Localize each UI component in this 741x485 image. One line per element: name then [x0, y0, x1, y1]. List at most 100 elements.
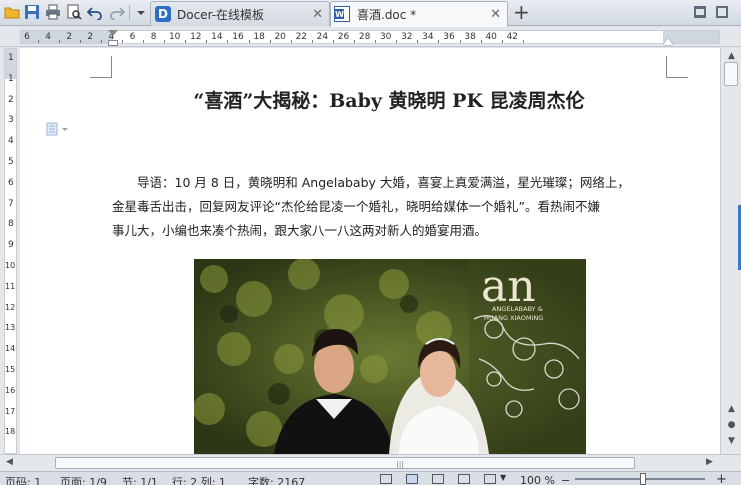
scroll-thumb[interactable]: ||| — [55, 457, 635, 469]
first-line-indent-marker[interactable] — [108, 30, 118, 36]
web-layout-icon[interactable] — [458, 474, 470, 484]
ruler-number: 3 — [8, 115, 14, 126]
ruler-tick — [185, 40, 187, 43]
status-word-count[interactable]: 字数: 2167 — [248, 474, 305, 485]
ruler-tick — [227, 40, 229, 43]
scroll-left-icon[interactable]: ◀ — [6, 457, 13, 467]
reading-layout-icon[interactable] — [380, 474, 392, 484]
ruler-number: 34 — [422, 32, 434, 42]
paragraph-line[interactable]: 导语：10 月 8 日，黄晓明和 Angelababy 大婚，喜宴上真爱满溢，星… — [112, 172, 668, 191]
ruler-tick — [354, 40, 356, 43]
horizontal-scrollbar[interactable]: ◀ ||| ▶ — [0, 454, 741, 471]
tab-label: Docer-在线模板 — [177, 8, 265, 22]
undo-icon[interactable] — [86, 3, 104, 21]
select-browse-object-icon[interactable]: ● — [725, 418, 738, 431]
outline-view-icon[interactable] — [432, 474, 444, 484]
zoom-slider-thumb[interactable] — [640, 473, 646, 485]
ruler-number: 16 — [5, 385, 16, 395]
status-pages[interactable]: 页面: 1/9 — [60, 474, 107, 485]
ruler-number: 12 — [5, 302, 16, 312]
ruler-number: 10 — [168, 32, 181, 42]
full-screen-icon[interactable] — [484, 474, 496, 484]
status-row-col[interactable]: 行: 2 列: 1 — [172, 474, 226, 485]
ruler-number: 14 — [5, 344, 16, 354]
ruler-number: 10 — [5, 261, 16, 270]
status-section[interactable]: 节: 1/1 — [122, 474, 158, 485]
ruler-tick — [332, 40, 334, 43]
ruler-number: 11 — [5, 281, 16, 291]
ruler-tick — [459, 40, 461, 43]
ruler-number: 28 — [358, 32, 371, 42]
scroll-thumb[interactable] — [724, 62, 738, 86]
ruler-number: 20 — [274, 32, 286, 42]
crop-mark — [666, 77, 688, 78]
scroll-right-icon[interactable]: ▶ — [706, 457, 713, 467]
ruler-number: 40 — [485, 32, 497, 42]
save-icon[interactable] — [23, 3, 41, 21]
close-icon[interactable]: ✕ — [312, 7, 323, 22]
close-icon[interactable]: ✕ — [490, 7, 501, 22]
scroll-up-icon[interactable]: ▲ — [725, 49, 738, 62]
ruler-number: 38 — [464, 32, 476, 42]
crop-mark — [111, 56, 112, 78]
vertical-ruler[interactable]: 1 1 2 3 4 5 6 7 8 9 10 11 12 13 14 15 16 17 18 — [0, 48, 20, 454]
toolbar-separator — [129, 5, 130, 20]
paragraph-line[interactable]: 事儿大，小编也来凑个热闹，跟大家八一八这两对新人的婚宴用酒。 — [112, 220, 668, 239]
document-page[interactable]: “喜酒”大揭秘：Baby 黄晓明 PK 昆凌周杰伦 导语：10 月 8 日，黄晓… — [20, 48, 720, 454]
ruler-tick — [206, 40, 208, 43]
ruler-number: 1 — [8, 73, 14, 84]
ruler-number: 12 — [190, 32, 202, 42]
crop-mark — [90, 77, 112, 78]
redo-icon[interactable] — [108, 3, 126, 21]
ruler-number: 9 — [8, 240, 14, 251]
ruler-number: 18 — [5, 427, 16, 437]
ruler-number: 8 — [8, 219, 14, 230]
ruler-number: 2 — [8, 94, 14, 105]
tab-label: 喜酒.doc * — [357, 8, 417, 22]
ruler-number: 18 — [253, 32, 265, 42]
ruler-tick — [417, 40, 419, 43]
paragraph-line[interactable]: 金星毒舌出击，回复网友评论“杰伦给昆凌一个婚礼，晓明给媒体一个婚礼”。看热闹不嫌 — [112, 196, 668, 215]
tab-document[interactable]: W 喜酒.doc * ✕ — [330, 1, 508, 27]
app-menu-icon[interactable] — [3, 3, 21, 21]
ruler-tick — [164, 40, 166, 43]
zoom-out-button[interactable]: − — [561, 474, 570, 485]
crop-mark — [666, 56, 667, 78]
tab-docer[interactable]: D Docer-在线模板 ✕ — [150, 1, 330, 26]
page-view-icon[interactable] — [406, 474, 418, 484]
docer-icon: D — [155, 6, 171, 22]
ruler-number: 4 — [45, 32, 51, 42]
customize-toolbar-icon[interactable] — [132, 3, 150, 21]
view-dropdown-icon[interactable]: ▼ — [500, 473, 506, 482]
print-icon[interactable] — [44, 3, 62, 21]
ruler-number: 32 — [401, 32, 413, 42]
document-title[interactable]: “喜酒”大揭秘：Baby 黄晓明 PK 昆凌周杰伦 — [112, 86, 666, 113]
ruler-number: 5 — [8, 157, 14, 167]
ruler-tick — [79, 40, 81, 43]
zoom-level[interactable]: 100 % — [520, 474, 555, 485]
next-page-icon[interactable]: ▼ — [725, 434, 738, 447]
previous-page-icon[interactable]: ▲ — [725, 402, 738, 415]
ruler-number: 6 — [24, 32, 30, 42]
ruler-number: 2 — [66, 32, 73, 42]
window-menu-icon[interactable] — [693, 5, 707, 19]
print-preview-icon[interactable] — [65, 3, 83, 21]
zoom-in-button[interactable]: + — [716, 472, 727, 485]
ruler-tick — [396, 40, 398, 43]
new-tab-button[interactable]: + — [513, 0, 530, 24]
ruler-number: 2 — [87, 32, 94, 42]
ruler-number: 30 — [379, 32, 392, 42]
ruler-tick — [100, 40, 102, 43]
ruler-number: 14 — [211, 32, 223, 42]
ruler-number: 6 — [8, 177, 14, 188]
wedding-photo[interactable]: an ANGELABABY & HUANG XIAOMING — [194, 259, 586, 454]
ruler-tick — [143, 40, 145, 43]
ruler-number: 8 — [150, 32, 157, 42]
paragraph-layout-icon[interactable] — [46, 122, 76, 136]
status-page-number[interactable]: 页码: 1 — [5, 474, 41, 485]
left-indent-marker[interactable] — [108, 40, 118, 46]
right-indent-marker[interactable] — [663, 38, 673, 45]
restore-icon[interactable] — [715, 5, 729, 19]
ruler-number: 15 — [5, 365, 16, 374]
ruler-tick — [290, 40, 292, 43]
